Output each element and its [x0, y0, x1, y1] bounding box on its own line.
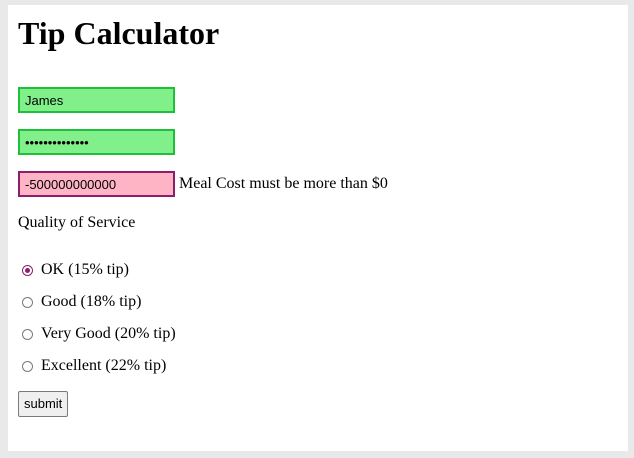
- meal-cost-input[interactable]: [18, 171, 175, 197]
- service-option-very-good[interactable]: Very Good (20% tip): [22, 324, 176, 344]
- radio-button[interactable]: [22, 360, 33, 372]
- page-content: Tip Calculator Meal Cost must be more th…: [8, 5, 628, 451]
- quality-of-service-label: Quality of Service: [18, 214, 136, 231]
- page-title: Tip Calculator: [18, 15, 220, 51]
- radio-button[interactable]: [22, 328, 33, 340]
- meal-cost-error: Meal Cost must be more than $0: [179, 175, 388, 192]
- service-option-label: Excellent (22% tip): [41, 357, 167, 374]
- service-option-label: OK (15% tip): [41, 261, 129, 278]
- service-option-label: Very Good (20% tip): [41, 325, 176, 342]
- service-option-excellent[interactable]: Excellent (22% tip): [22, 356, 166, 376]
- service-option-ok[interactable]: OK (15% tip): [22, 260, 129, 280]
- submit-button[interactable]: submit: [18, 391, 69, 417]
- name-input[interactable]: [18, 87, 175, 113]
- radio-button[interactable]: [22, 296, 33, 308]
- password-input[interactable]: [18, 129, 175, 155]
- service-option-label: Good (18% tip): [41, 293, 142, 310]
- service-option-good[interactable]: Good (18% tip): [22, 292, 141, 312]
- radio-button-checked[interactable]: [22, 264, 33, 276]
